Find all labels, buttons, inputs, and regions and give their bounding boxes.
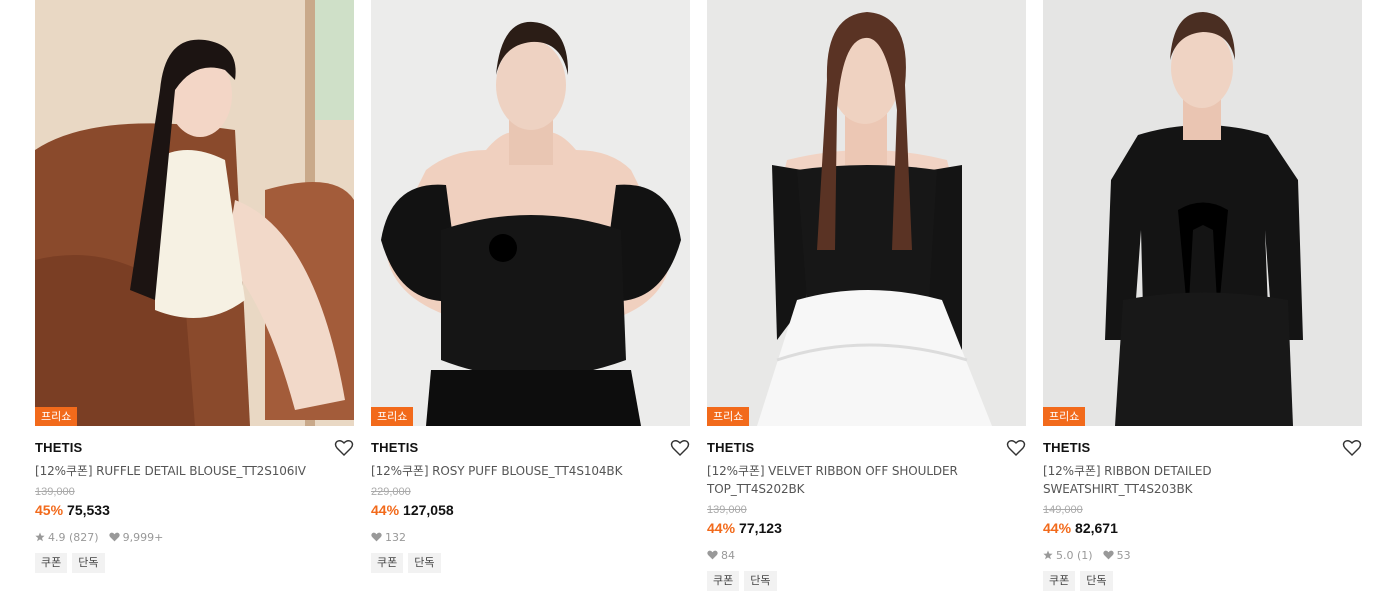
product-title[interactable]: [12%쿠폰] RUFFLE DETAIL BLOUSE_TT2S106IV	[35, 462, 354, 480]
coupon-tag: 쿠폰	[35, 553, 68, 573]
exclusive-tag: 단독	[744, 571, 777, 591]
sale-price: 77,123	[739, 520, 782, 536]
like-heart-icon	[707, 550, 718, 560]
rating-value: 4.9	[48, 530, 66, 544]
brand-name[interactable]: THETIS	[707, 438, 1026, 458]
product-photo	[371, 0, 690, 426]
product-photo	[35, 0, 354, 426]
like-count: 132	[385, 530, 406, 544]
discount-rate: 44%	[1043, 520, 1072, 536]
heart-icon[interactable]	[334, 438, 354, 458]
original-price: 139,000	[707, 504, 747, 516]
discount-rate: 44%	[371, 502, 400, 518]
like-heart-icon	[108, 532, 120, 542]
like-heart-icon	[1102, 550, 1114, 560]
sale-price: 127,058	[403, 502, 454, 518]
preorder-badge: 프리쇼	[707, 407, 750, 426]
preorder-badge: 프리쇼	[1043, 407, 1086, 426]
brand-name[interactable]: THETIS	[371, 438, 690, 458]
review-count: (1)	[1077, 548, 1093, 562]
brand-name[interactable]: THETIS	[1043, 438, 1362, 458]
product-image[interactable]: 프리쇼	[707, 0, 1026, 426]
product-grid: 프리쇼 THETIS [12%쿠폰] RUFFLE DETAIL BLOUSE_…	[0, 0, 1374, 613]
coupon-tag: 쿠폰	[707, 571, 740, 591]
like-count: 53	[1116, 548, 1131, 562]
product-card[interactable]: 프리쇼 THETIS [12%쿠폰] RIBBON DETAILED SWEAT…	[1043, 0, 1362, 591]
product-photo	[1043, 0, 1362, 426]
discount-rate: 45%	[35, 502, 64, 518]
exclusive-tag: 단독	[408, 553, 441, 573]
preorder-badge: 프리쇼	[371, 407, 414, 426]
exclusive-tag: 단독	[72, 553, 105, 573]
star-icon	[1043, 550, 1053, 560]
exclusive-tag: 단독	[1080, 571, 1113, 591]
sale-price: 75,533	[67, 502, 110, 518]
rating-value: 5.0	[1056, 548, 1074, 562]
like-count: 9,999+	[122, 530, 164, 544]
like-heart-icon	[371, 532, 382, 542]
review-count: (827)	[69, 530, 99, 544]
original-price: 139,000	[35, 486, 75, 498]
coupon-tag: 쿠폰	[1043, 571, 1076, 591]
product-card[interactable]: 프리쇼 THETIS [12%쿠폰] VELVET RIBBON OFF SHO…	[707, 0, 1026, 591]
like-count: 84	[721, 548, 735, 562]
heart-icon[interactable]	[1342, 438, 1362, 458]
product-image[interactable]: 프리쇼	[1043, 0, 1362, 426]
product-card[interactable]: 프리쇼 THETIS [12%쿠폰] RUFFLE DETAIL BLOUSE_…	[35, 0, 354, 573]
original-price: 229,000	[371, 486, 411, 498]
star-icon	[35, 532, 45, 542]
discount-rate: 44%	[707, 520, 736, 536]
brand-name[interactable]: THETIS	[35, 438, 354, 458]
product-card[interactable]: 프리쇼 THETIS [12%쿠폰] ROSY PUFF BLOUSE_TT4S…	[371, 0, 690, 573]
product-image[interactable]: 프리쇼	[35, 0, 354, 426]
product-image[interactable]: 프리쇼	[371, 0, 690, 426]
heart-icon[interactable]	[670, 438, 690, 458]
product-title[interactable]: [12%쿠폰] RIBBON DETAILED SWEATSHIRT_TT4S2…	[1043, 462, 1362, 498]
product-photo	[707, 0, 1026, 426]
preorder-badge: 프리쇼	[35, 407, 78, 426]
product-title[interactable]: [12%쿠폰] ROSY PUFF BLOUSE_TT4S104BK	[371, 462, 690, 480]
original-price: 149,000	[1043, 504, 1083, 516]
sale-price: 82,671	[1075, 520, 1118, 536]
heart-icon[interactable]	[1006, 438, 1026, 458]
coupon-tag: 쿠폰	[371, 553, 404, 573]
product-title[interactable]: [12%쿠폰] VELVET RIBBON OFF SHOULDER TOP_T…	[707, 462, 1026, 498]
